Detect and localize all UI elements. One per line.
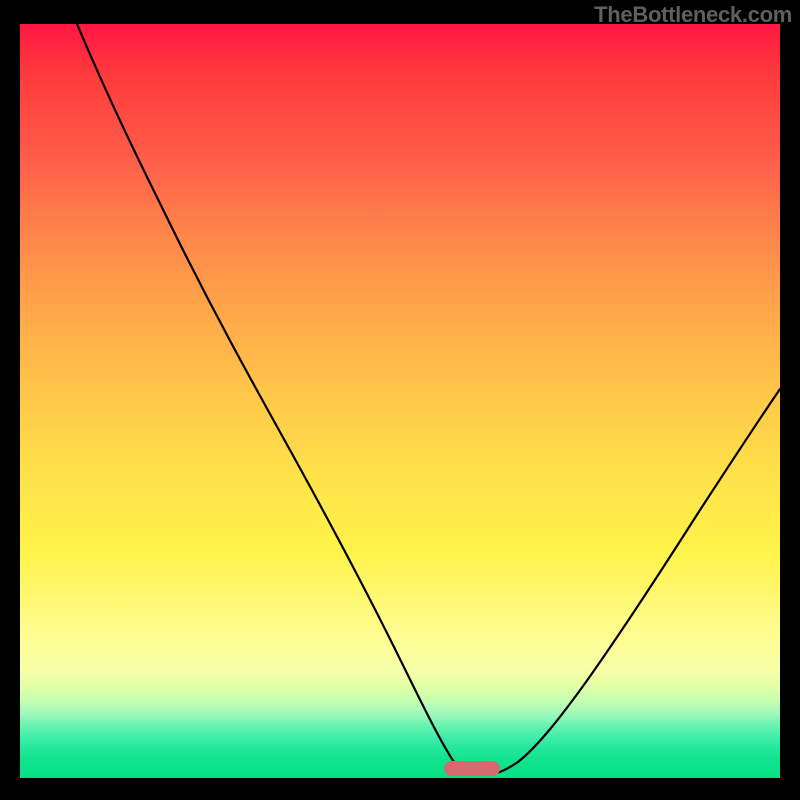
bottleneck-curve-path — [77, 24, 780, 776]
baseline — [20, 776, 780, 778]
plot-area — [20, 24, 780, 778]
watermark-text: TheBottleneck.com — [594, 2, 792, 28]
optimal-marker-pill — [444, 761, 500, 776]
curve-svg — [20, 24, 780, 778]
chart-frame: TheBottleneck.com — [0, 0, 800, 800]
